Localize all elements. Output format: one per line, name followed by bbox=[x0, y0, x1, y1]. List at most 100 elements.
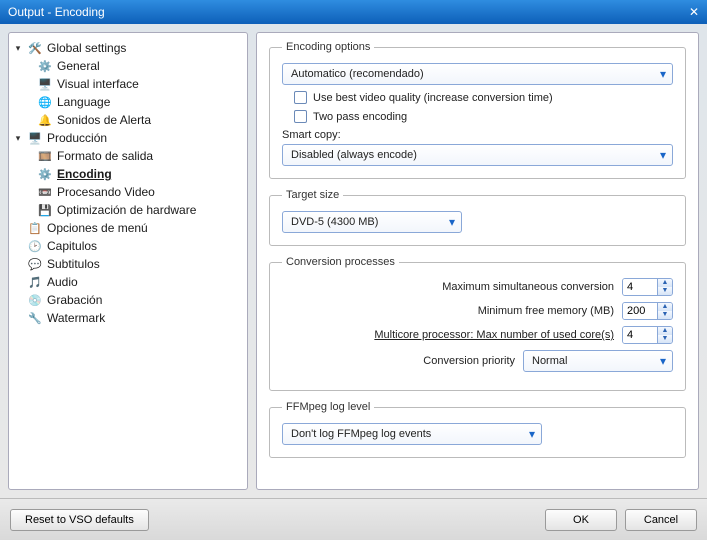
tree-label: Language bbox=[57, 95, 110, 109]
tree-label: Capitulos bbox=[47, 239, 97, 253]
ok-button[interactable]: OK bbox=[545, 509, 617, 531]
min-mem-label: Minimum free memory (MB) bbox=[478, 305, 614, 317]
smart-copy-label: Smart copy: bbox=[282, 129, 673, 141]
ffmpeg-legend: FFMpeg log level bbox=[282, 401, 374, 413]
gear-icon: ⚙️ bbox=[37, 58, 53, 74]
list-icon: 📋 bbox=[27, 220, 43, 236]
spin-down-icon[interactable]: ▼ bbox=[658, 287, 672, 295]
chevron-down-icon: ▾ bbox=[529, 427, 535, 441]
window-title: Output - Encoding bbox=[8, 5, 105, 19]
multicore-spinner[interactable]: ▲▼ bbox=[622, 326, 673, 344]
tree-label: Sonidos de Alerta bbox=[57, 113, 151, 127]
chevron-down-icon: ▾ bbox=[660, 148, 666, 162]
tree-label: Subtitulos bbox=[47, 257, 100, 271]
combo-value: Automatico (recomendado) bbox=[291, 68, 424, 80]
checkbox-icon[interactable] bbox=[294, 91, 307, 104]
combo-value: Normal bbox=[532, 355, 567, 367]
tree-item-global-settings[interactable]: ▾ 🛠️ Global settings bbox=[13, 39, 243, 57]
tree-label: Producción bbox=[47, 131, 107, 145]
tree-label: Optimización de hardware bbox=[57, 203, 196, 217]
encoding-mode-combo[interactable]: Automatico (recomendado) ▾ bbox=[282, 63, 673, 85]
chevron-down-icon: ▾ bbox=[449, 215, 455, 229]
note-icon: 🎵 bbox=[27, 274, 43, 290]
check-label: Two pass encoding bbox=[313, 111, 407, 123]
tree-label: Formato de salida bbox=[57, 149, 153, 163]
tree-item-watermark[interactable]: 🔧 Watermark bbox=[13, 309, 243, 327]
tree-label: Procesando Video bbox=[57, 185, 155, 199]
tree-item-menu-options[interactable]: 📋 Opciones de menú bbox=[13, 219, 243, 237]
spin-down-icon[interactable]: ▼ bbox=[658, 335, 672, 343]
target-size-legend: Target size bbox=[282, 189, 343, 201]
cancel-button[interactable]: Cancel bbox=[625, 509, 697, 531]
tree-item-recording[interactable]: 💿 Grabación bbox=[13, 291, 243, 309]
tree-item-output-format[interactable]: 🎞️ Formato de salida bbox=[13, 147, 243, 165]
min-mem-spinner[interactable]: ▲▼ bbox=[622, 302, 673, 320]
target-size-combo[interactable]: DVD-5 (4300 MB) ▾ bbox=[282, 211, 462, 233]
globe-icon: 🌐 bbox=[37, 94, 53, 110]
tree-item-alert-sounds[interactable]: 🔔 Sonidos de Alerta bbox=[13, 111, 243, 129]
tree-label: Visual interface bbox=[57, 77, 139, 91]
disc-icon: 💿 bbox=[27, 292, 43, 308]
tree-label: Opciones de menú bbox=[47, 221, 148, 235]
chevron-down-icon: ▾ bbox=[660, 354, 666, 368]
tree-item-hardware-opt[interactable]: 💾 Optimización de hardware bbox=[13, 201, 243, 219]
close-icon[interactable]: ✕ bbox=[689, 5, 699, 19]
display-icon: 🖥️ bbox=[37, 76, 53, 92]
ffmpeg-log-group: FFMpeg log level Don't log FFMpeg log ev… bbox=[269, 401, 686, 458]
film-icon: 🎞️ bbox=[37, 148, 53, 164]
tree-item-language[interactable]: 🌐 Language bbox=[13, 93, 243, 111]
tree-item-processing-video[interactable]: 📼 Procesando Video bbox=[13, 183, 243, 201]
max-simul-label: Maximum simultaneous conversion bbox=[442, 281, 614, 293]
expand-icon[interactable]: ▾ bbox=[13, 133, 23, 144]
max-simul-input[interactable] bbox=[623, 279, 657, 295]
max-simul-spinner[interactable]: ▲▼ bbox=[622, 278, 673, 296]
tree-item-encoding[interactable]: ⚙️ Encoding bbox=[13, 165, 243, 183]
tools-icon: 🛠️ bbox=[27, 40, 43, 56]
tree-label: Encoding bbox=[57, 167, 112, 181]
two-pass-checkbox-row[interactable]: Two pass encoding bbox=[282, 110, 673, 123]
spin-up-icon[interactable]: ▲ bbox=[658, 303, 672, 311]
tree-item-visual-interface[interactable]: 🖥️ Visual interface bbox=[13, 75, 243, 93]
subtitle-icon: 💬 bbox=[27, 256, 43, 272]
reset-defaults-button[interactable]: Reset to VSO defaults bbox=[10, 509, 149, 531]
checkbox-icon[interactable] bbox=[294, 110, 307, 123]
combo-value: Disabled (always encode) bbox=[291, 149, 417, 161]
category-tree: ▾ 🛠️ Global settings ⚙️ General 🖥️ Visua… bbox=[8, 32, 248, 490]
combo-value: DVD-5 (4300 MB) bbox=[291, 216, 378, 228]
best-quality-checkbox-row[interactable]: Use best video quality (increase convers… bbox=[282, 91, 673, 104]
check-label: Use best video quality (increase convers… bbox=[313, 92, 553, 104]
tree-label: Global settings bbox=[47, 41, 126, 55]
encoding-options-legend: Encoding options bbox=[282, 41, 374, 53]
tree-label: Grabación bbox=[47, 293, 102, 307]
tree-item-audio[interactable]: 🎵 Audio bbox=[13, 273, 243, 291]
expand-icon[interactable]: ▾ bbox=[13, 43, 23, 54]
multicore-input[interactable] bbox=[623, 327, 657, 343]
ffmpeg-log-combo[interactable]: Don't log FFMpeg log events ▾ bbox=[282, 423, 542, 445]
multicore-label: Multicore processor: Max number of used … bbox=[374, 329, 614, 341]
target-size-group: Target size DVD-5 (4300 MB) ▾ bbox=[269, 189, 686, 246]
chevron-down-icon: ▾ bbox=[660, 67, 666, 81]
chip-icon: 💾 bbox=[37, 202, 53, 218]
speaker-icon: 🔔 bbox=[37, 112, 53, 128]
clock-icon: 🕑 bbox=[27, 238, 43, 254]
spin-up-icon[interactable]: ▲ bbox=[658, 327, 672, 335]
spin-down-icon[interactable]: ▼ bbox=[658, 311, 672, 319]
tree-item-production[interactable]: ▾ 🖥️ Producción bbox=[13, 129, 243, 147]
titlebar: Output - Encoding ✕ bbox=[0, 0, 707, 24]
priority-combo[interactable]: Normal ▾ bbox=[523, 350, 673, 372]
tree-item-chapters[interactable]: 🕑 Capitulos bbox=[13, 237, 243, 255]
conversion-legend: Conversion processes bbox=[282, 256, 399, 268]
cog-icon: ⚙️ bbox=[37, 166, 53, 182]
tree-item-general[interactable]: ⚙️ General bbox=[13, 57, 243, 75]
min-mem-input[interactable] bbox=[623, 303, 657, 319]
monitor-icon: 🖥️ bbox=[27, 130, 43, 146]
spin-up-icon[interactable]: ▲ bbox=[658, 279, 672, 287]
wrench-icon: 🔧 bbox=[27, 310, 43, 326]
tree-label: General bbox=[57, 59, 100, 73]
dialog-footer: Reset to VSO defaults OK Cancel bbox=[0, 498, 707, 540]
tree-label: Audio bbox=[47, 275, 78, 289]
conversion-processes-group: Conversion processes Maximum simultaneou… bbox=[269, 256, 686, 391]
tree-item-subtitles[interactable]: 💬 Subtitulos bbox=[13, 255, 243, 273]
smart-copy-combo[interactable]: Disabled (always encode) ▾ bbox=[282, 144, 673, 166]
priority-label: Conversion priority bbox=[423, 355, 515, 367]
